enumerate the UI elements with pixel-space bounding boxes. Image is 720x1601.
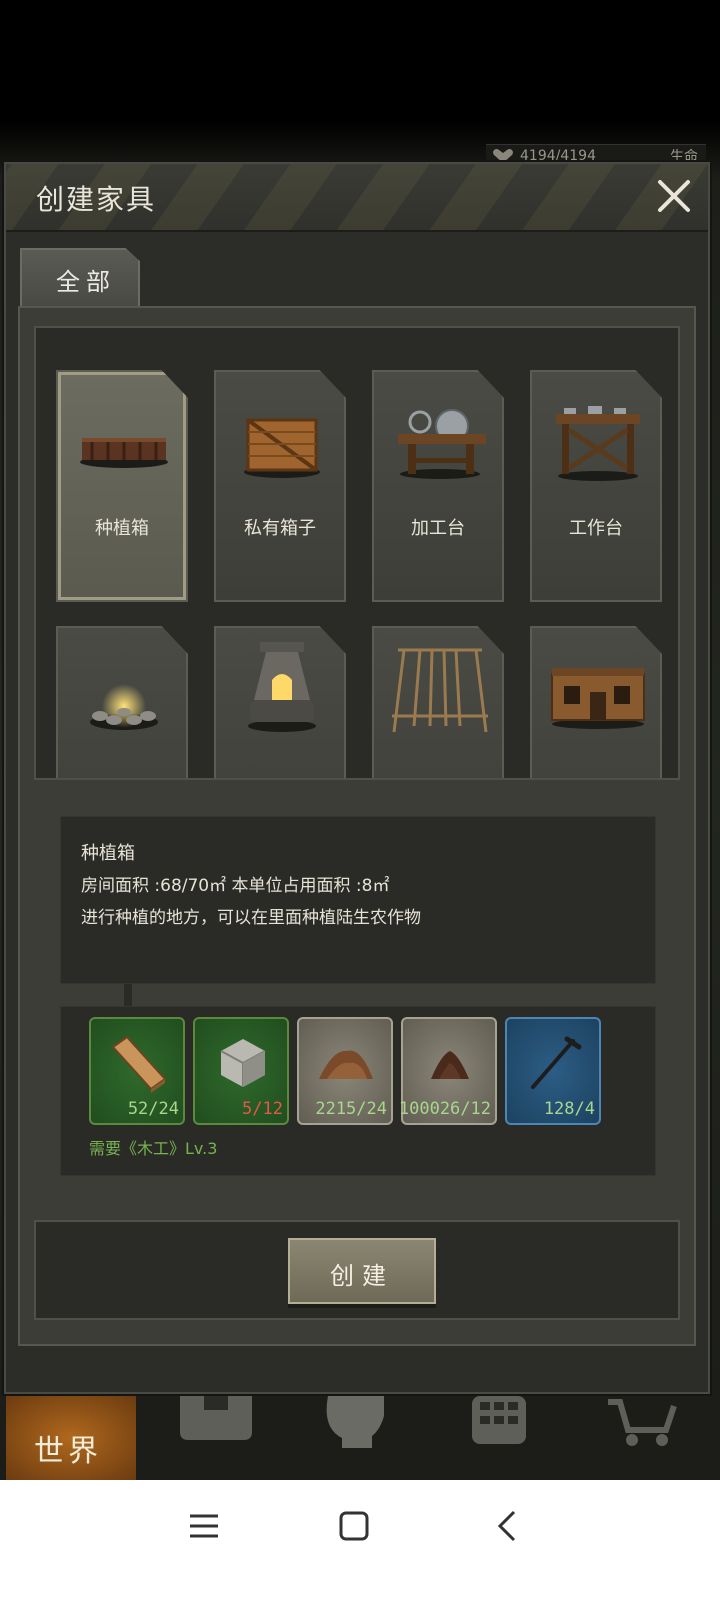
fertilizer-pile-icon [431, 1051, 469, 1079]
create-row: 创建 [34, 1220, 680, 1320]
wooden-house-icon [551, 668, 645, 729]
calculator-icon[interactable] [460, 1396, 540, 1456]
furniture-grid[interactable]: 种植箱 私有箱子 加工台 工作台 [34, 326, 680, 780]
campfire-icon [90, 684, 158, 730]
furniture-card-processing-table[interactable]: 加工台 [372, 370, 504, 602]
saw-table-icon [398, 409, 486, 479]
planter-box-icon [80, 438, 168, 468]
nail-icon [531, 1036, 582, 1089]
furniture-panel: 种植箱 私有箱子 加工台 工作台 种植箱 房间面积:68/70㎡ 本单位占用面… [18, 306, 696, 1346]
create-button[interactable]: 创建 [288, 1238, 436, 1304]
furniture-card-furnace[interactable] [214, 626, 346, 778]
shopping-cart-icon[interactable] [604, 1396, 684, 1456]
furniture-card-label: 种植箱 [95, 518, 149, 539]
room-area-info: 房间面积 :68/70㎡ 本单位占用面积 :8㎡ [81, 876, 390, 896]
connector [124, 984, 132, 1008]
dialog-header: 创建家具 [6, 164, 708, 232]
tab-all[interactable]: 全部 [20, 248, 140, 308]
material-stone-block[interactable]: 5/12 [193, 1017, 289, 1125]
create-button-label: 创建 [330, 1262, 394, 1290]
furniture-card-label: 工作台 [569, 518, 623, 539]
furniture-card-label: 私有箱子 [244, 518, 316, 539]
material-nail[interactable]: 128/4 [505, 1017, 601, 1125]
material-count: 100026/12 [398, 1099, 491, 1119]
system-nav-bar [0, 1480, 720, 1601]
dialog-title: 创建家具 [36, 183, 157, 216]
create-furniture-dialog: 创建家具 全部 种植箱 私有箱子 加工台 工作台 种植箱 房间面积:68/70… [4, 162, 710, 1394]
furniture-description: 种植箱 房间面积 :68/70㎡ 本单位占用面积 :8㎡ 进行种植的地方，可以在… [60, 816, 656, 984]
item-description: 进行种植的地方，可以在里面种植陆生农作物 [81, 908, 421, 928]
workbench-icon [556, 406, 640, 481]
wooden-crate-icon [244, 418, 320, 478]
furnace-icon [248, 642, 316, 732]
selected-item-name: 种植箱 [81, 843, 135, 864]
game-bottom-nav: 世界 [0, 1396, 720, 1480]
nav-world-label: 世界 [34, 1434, 102, 1469]
material-count: 2215/24 [315, 1099, 387, 1119]
material-dirt[interactable]: 2215/24 [297, 1017, 393, 1125]
menu-icon[interactable] [184, 1506, 224, 1546]
head-skill-icon[interactable] [318, 1396, 398, 1456]
backpack-icon[interactable] [176, 1396, 256, 1456]
material-count: 128/4 [543, 1099, 595, 1119]
furniture-card-label: 加工台 [411, 518, 465, 539]
furniture-card-campfire[interactable] [56, 626, 188, 778]
wood-plank-icon [111, 1035, 167, 1093]
tab-all-label: 全部 [56, 268, 116, 296]
back-icon[interactable] [488, 1506, 528, 1546]
furniture-card-workbench[interactable]: 工作台 [530, 370, 662, 602]
close-icon[interactable] [652, 174, 696, 218]
material-count: 5/12 [242, 1099, 283, 1119]
material-count: 52/24 [127, 1099, 179, 1119]
drying-rack-icon [392, 648, 488, 733]
furniture-card-drying-rack[interactable] [372, 626, 504, 778]
material-wood-plank[interactable]: 52/24 [89, 1017, 185, 1125]
home-icon[interactable] [334, 1506, 374, 1546]
nav-world-tab[interactable]: 世界 [6, 1396, 136, 1480]
furniture-card-planter[interactable]: 种植箱 [56, 370, 188, 602]
furniture-card-private-box[interactable]: 私有箱子 [214, 370, 346, 602]
material-fertilizer[interactable]: 100026/12 [398, 1017, 497, 1125]
materials-list: 52/24 5/12 2215/24 100026/12 128/4 需要《木工… [60, 1006, 656, 1176]
furniture-card-house[interactable] [530, 626, 662, 778]
dirt-pile-icon [319, 1050, 373, 1079]
stone-block-icon [220, 1039, 266, 1087]
skill-requirement: 需要《木工》Lv.3 [89, 1139, 218, 1158]
